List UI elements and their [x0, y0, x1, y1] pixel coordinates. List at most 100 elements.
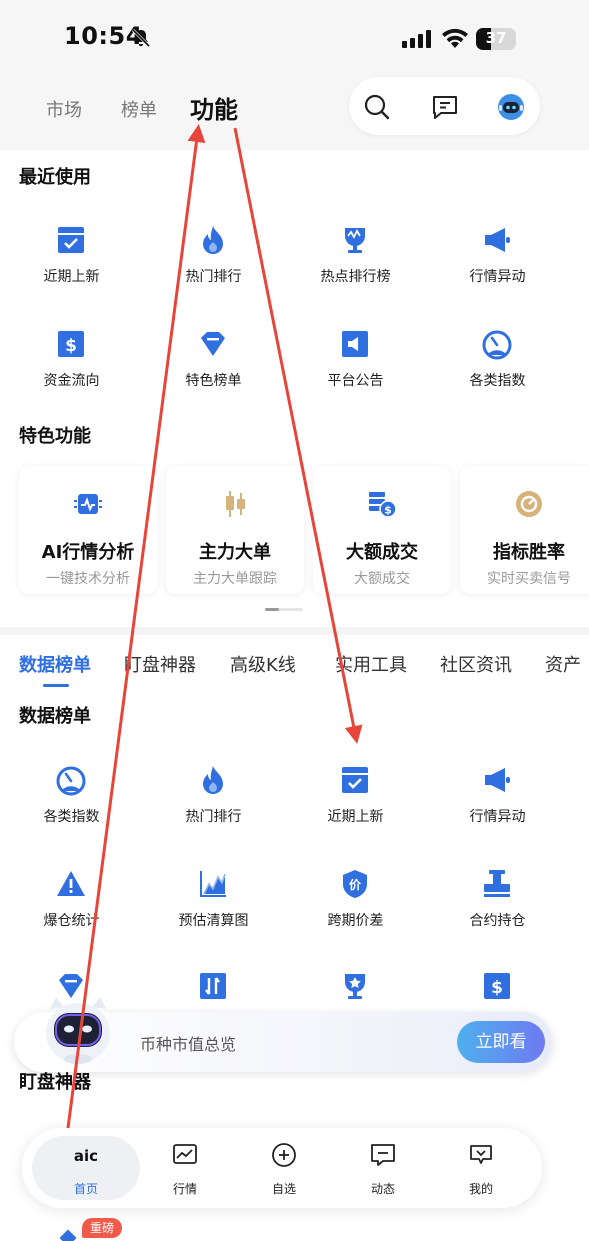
- recent-item[interactable]: 平台公告: [284, 328, 427, 428]
- subtab-community[interactable]: 社区资讯: [440, 651, 512, 677]
- trophy-icon: [345, 228, 365, 253]
- data-rank-item-label: 近期上新: [327, 809, 384, 825]
- recent-item[interactable]: 热点排行榜: [284, 224, 427, 324]
- subtab-watch-tools[interactable]: 盯盘神器: [124, 651, 196, 677]
- badge-diamond-icon: [59, 1229, 77, 1241]
- subtab-utilities[interactable]: 实用工具: [335, 651, 407, 677]
- nav-profile-label: 我的: [468, 1182, 493, 1196]
- calendar-check-icon: [342, 767, 368, 793]
- carousel-scroll-thumb: [265, 608, 279, 611]
- bell-off-icon: [131, 28, 151, 48]
- stamp-icon: [484, 870, 510, 897]
- data-rank-section-title: 数据榜单: [19, 706, 91, 727]
- recent-item-label: 热门排行: [185, 269, 242, 285]
- data-rank-item[interactable]: 合约持仓: [426, 868, 569, 968]
- nav-home[interactable]: aic 首页: [36, 1128, 136, 1208]
- signal-icon: [402, 30, 431, 48]
- nav-home-label: 首页: [73, 1182, 98, 1196]
- nav-market[interactable]: 行情: [135, 1128, 235, 1208]
- data-rank-item-label: 各类指数: [43, 809, 100, 825]
- ai-chip-icon: [74, 494, 102, 514]
- data-rank-item[interactable]: 爆仓统计: [0, 868, 143, 968]
- data-rank-item-label: 热门排行: [185, 809, 242, 825]
- feature-card-title: 指标胜率: [493, 542, 565, 563]
- recent-item[interactable]: 近期上新: [0, 224, 143, 324]
- subtab-assets[interactable]: 资产: [545, 651, 589, 677]
- recent-item-label: 特色榜单: [185, 373, 242, 389]
- tab-market[interactable]: 市场: [46, 96, 82, 122]
- subtab-data-rank[interactable]: 数据榜单: [19, 651, 91, 677]
- aic-logo-icon: aic: [74, 1147, 98, 1165]
- coin-stack-icon: $: [369, 492, 397, 518]
- data-rank-item[interactable]: 价 跨期价差: [284, 868, 427, 968]
- feature-card-subtitle: 大额成交: [354, 571, 410, 587]
- speaker-icon: [342, 331, 368, 357]
- data-rank-item[interactable]: 热门排行: [142, 764, 285, 864]
- battery-percent: 37: [485, 29, 507, 47]
- feature-card[interactable]: 主力大单 主力大单跟踪: [166, 466, 304, 594]
- dollar-icon[interactable]: $: [481, 970, 513, 1002]
- megaphone-icon: [485, 768, 510, 792]
- feature-card-subtitle: 实时买卖信号: [487, 571, 571, 587]
- subtab-advanced-kline[interactable]: 高级K线: [230, 651, 296, 677]
- recent-item[interactable]: $ 资金流向: [0, 328, 143, 428]
- swap-arrows-icon[interactable]: [197, 970, 229, 1002]
- carousel-scroll-indicator: [265, 608, 303, 611]
- svg-text:$: $: [491, 978, 503, 998]
- calendar-check-icon: [58, 227, 84, 253]
- feature-card-title: 大额成交: [346, 542, 418, 563]
- trophy-star-icon[interactable]: [339, 970, 371, 1002]
- feature-card-subtitle: 一键技术分析: [46, 571, 130, 587]
- recent-item[interactable]: 特色榜单: [142, 328, 285, 428]
- chat-icon: [371, 1144, 395, 1166]
- data-rank-item-label: 跨期价差: [327, 913, 384, 929]
- nav-feed[interactable]: 动态: [333, 1128, 433, 1208]
- data-rank-item[interactable]: 预估清算图: [142, 868, 285, 968]
- header: 10:54 37 市场 榜单 功能: [0, 0, 589, 150]
- data-rank-item-label: 合约持仓: [469, 913, 526, 929]
- feature-carousel[interactable]: AI行情分析 一键技术分析 主力大单 主力大单跟踪 $ 大额成交 大额成交 指标…: [0, 458, 589, 603]
- nav-watchlist-label: 自选: [271, 1182, 296, 1196]
- feature-card[interactable]: 指标胜率 实时买卖信号: [460, 466, 589, 594]
- data-rank-item[interactable]: 近期上新: [284, 764, 427, 864]
- recent-item-label: 行情异动: [469, 269, 526, 285]
- subtab-active-underline: [43, 684, 69, 687]
- robot-mascot-icon[interactable]: [40, 995, 116, 1067]
- recent-item-label: 平台公告: [327, 373, 384, 389]
- view-now-button[interactable]: 立即看: [457, 1021, 545, 1063]
- nav-market-label: 行情: [172, 1182, 197, 1196]
- recent-item-label: 各类指数: [469, 373, 526, 389]
- recent-item[interactable]: 热门排行: [142, 224, 285, 324]
- recent-item-label: 资金流向: [43, 373, 100, 389]
- tab-features[interactable]: 功能: [190, 90, 238, 125]
- data-rank-item[interactable]: 行情异动: [426, 764, 569, 864]
- search-icon[interactable]: [363, 93, 391, 121]
- recent-item[interactable]: 行情异动: [426, 224, 569, 324]
- svg-text:aic: aic: [74, 1147, 98, 1165]
- heart-chat-icon: [470, 1145, 492, 1164]
- data-rank-item[interactable]: 各类指数: [0, 764, 143, 864]
- megaphone-icon: [485, 228, 510, 252]
- candlestick-icon: [226, 491, 245, 517]
- nav-watchlist[interactable]: 自选: [234, 1128, 334, 1208]
- gauge-icon: [56, 766, 86, 796]
- message-icon[interactable]: [431, 93, 459, 121]
- data-rank-item-label: 预估清算图: [178, 913, 249, 929]
- recent-item[interactable]: 各类指数: [426, 328, 569, 428]
- battery-indicator: 37: [476, 28, 516, 50]
- svg-text:$: $: [384, 504, 392, 517]
- flame-icon: [203, 766, 223, 794]
- gauge-icon: [482, 330, 512, 360]
- important-badge: 重磅: [82, 1218, 123, 1238]
- data-rank-item-label: 爆仓统计: [43, 913, 100, 929]
- feature-card-title: AI行情分析: [41, 542, 135, 563]
- feature-card-title: 主力大单: [199, 542, 271, 563]
- tab-ranking[interactable]: 榜单: [121, 96, 157, 122]
- feature-card[interactable]: AI行情分析 一键技术分析: [19, 466, 157, 594]
- nav-profile[interactable]: 我的: [431, 1128, 531, 1208]
- robot-avatar-icon[interactable]: [497, 93, 525, 121]
- data-rank-item-label: 行情异动: [469, 809, 526, 825]
- recent-item-label: 热点排行榜: [320, 269, 391, 285]
- chart-icon: [200, 871, 226, 897]
- feature-card[interactable]: $ 大额成交 大额成交: [313, 466, 451, 594]
